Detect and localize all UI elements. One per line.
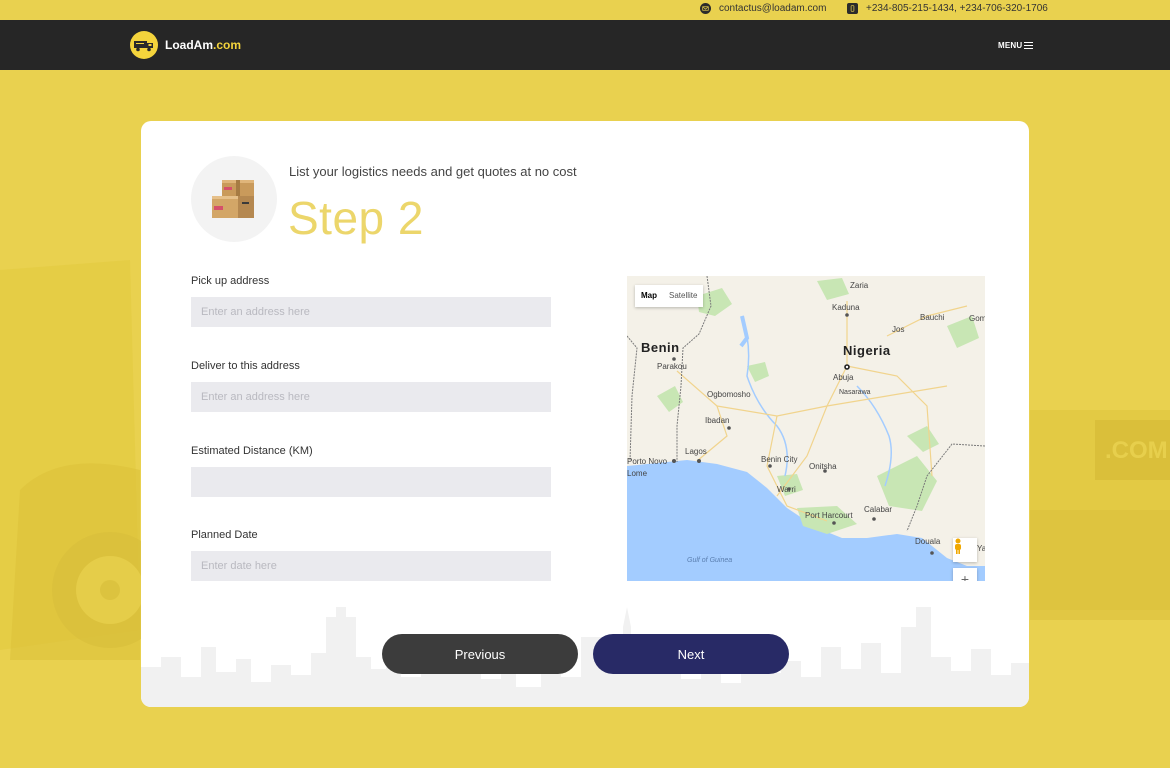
hamburger-icon (1024, 42, 1034, 49)
pegman-icon[interactable] (953, 538, 977, 562)
menu-button[interactable]: MENU (998, 41, 1034, 50)
truck-logo-icon (130, 31, 158, 59)
city-label: Nasarawa (839, 389, 871, 396)
city-label: Benin City (761, 455, 798, 464)
city-label: Lome (627, 469, 648, 478)
city-label: Parakou (657, 362, 687, 371)
previous-button[interactable]: Previous (382, 634, 578, 674)
contact-email-text[interactable]: contactus@loadam.com (719, 3, 826, 14)
city-label: Ya (977, 544, 985, 553)
phone-icon (847, 3, 858, 14)
city-label: Kaduna (832, 303, 860, 312)
step-title: Step 2 (288, 192, 424, 244)
city-label: Zaria (850, 281, 869, 290)
city-label: Calabar (864, 505, 893, 514)
planned-date-input[interactable] (191, 551, 551, 581)
route-map[interactable]: Map Satellite Zaria Kaduna Bauchi Gom Jo… (627, 276, 985, 581)
country-label: Nigeria (843, 343, 891, 358)
city-label: Douala (915, 537, 941, 546)
satellite-tab[interactable]: Satellite (663, 285, 703, 307)
distance-label: Estimated Distance (KM) (191, 445, 313, 457)
city-label: Bauchi (920, 313, 945, 322)
contact-phone-text[interactable]: +234-805-215-1434, +234-706-320-1706 (866, 3, 1048, 14)
pickup-address-input[interactable] (191, 297, 551, 327)
planned-date-label: Planned Date (191, 529, 258, 541)
brand-name: LoadAm.com (165, 38, 242, 52)
city-label: Warri (777, 485, 796, 494)
next-button[interactable]: Next (593, 634, 789, 674)
contact-phone[interactable]: +234-805-215-1434, +234-706-320-1706 (847, 3, 1048, 14)
contact-bar: contactus@loadam.com +234-805-215-1434, … (0, 0, 1170, 20)
country-label: Benin (641, 340, 680, 355)
water-label: Gulf of Guinea (687, 557, 733, 564)
brand-logo[interactable]: LoadAm.com (130, 31, 241, 59)
map-tab[interactable]: Map (635, 285, 663, 307)
menu-label: MENU (998, 41, 1023, 50)
booking-form-card: List your logistics needs and get quotes… (141, 121, 1029, 707)
envelope-icon (700, 3, 711, 14)
city-label: Abuja (833, 373, 854, 382)
city-label: Lagos (685, 447, 707, 456)
pickup-address-label: Pick up address (191, 275, 270, 287)
city-label: Jos (892, 325, 905, 334)
contact-email[interactable]: contactus@loadam.com (700, 3, 826, 14)
main-navbar: LoadAm.com MENU (0, 20, 1170, 70)
city-label: Port Harcourt (805, 511, 853, 520)
svg-text:.COM: .COM (1105, 437, 1168, 464)
city-label: Onitsha (809, 462, 837, 471)
city-label: Porto Novo (627, 457, 668, 466)
zoom-in-button[interactable]: + (953, 568, 977, 581)
city-label: Ibadan (705, 416, 730, 425)
distance-input[interactable] (191, 467, 551, 497)
delivery-address-label: Deliver to this address (191, 360, 300, 372)
map-type-toggle[interactable]: Map Satellite (635, 285, 704, 307)
city-skyline-decoration (141, 607, 1029, 707)
city-label: Gom (969, 314, 985, 323)
city-label: Ogbomosho (707, 390, 751, 399)
delivery-address-input[interactable] (191, 382, 551, 412)
form-subtitle: List your logistics needs and get quotes… (289, 164, 577, 179)
boxes-icon (191, 156, 277, 242)
